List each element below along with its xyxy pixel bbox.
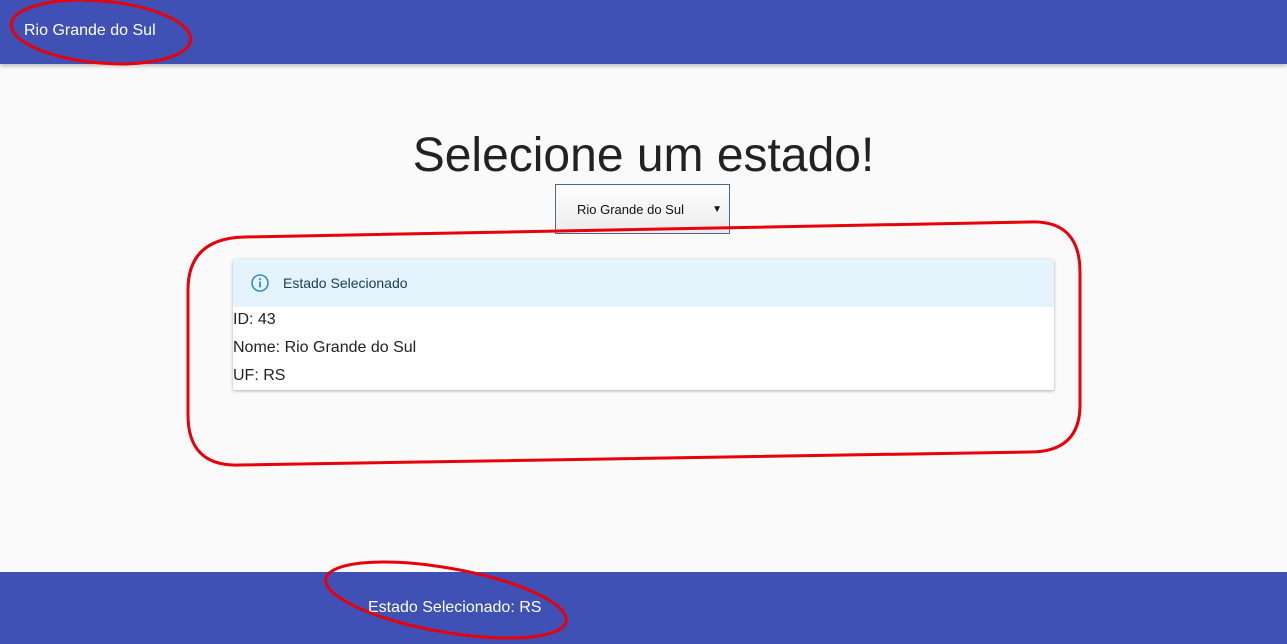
state-uf-line: UF: RS [233, 367, 286, 384]
triangle-down-icon: ▼ [712, 204, 722, 215]
info-circle-icon [251, 274, 269, 292]
app-bar-title: Rio Grande do Sul [24, 22, 156, 39]
card-header: Estado Selecionado [233, 259, 1054, 307]
page-title: Selecione um estado! [412, 129, 875, 182]
page: Rio Grande do Sul Selecione um estado! R… [0, 0, 1287, 644]
app-bar: Rio Grande do Sul [0, 0, 1287, 64]
state-name-line: Nome: Rio Grande do Sul [233, 339, 417, 356]
state-id-line: ID: 43 [233, 311, 276, 328]
selected-state-card: Estado Selecionado ID: 43 Nome: Rio Gran… [233, 259, 1054, 390]
card-header-label: Estado Selecionado [283, 275, 408, 291]
footer-selected-state: Estado Selecionado: RS [368, 599, 542, 616]
state-select[interactable]: Rio Grande do Sul ▼ [555, 184, 730, 234]
state-select-value: Rio Grande do Sul [577, 202, 684, 217]
footer-bar: Estado Selecionado: RS [0, 572, 1287, 644]
